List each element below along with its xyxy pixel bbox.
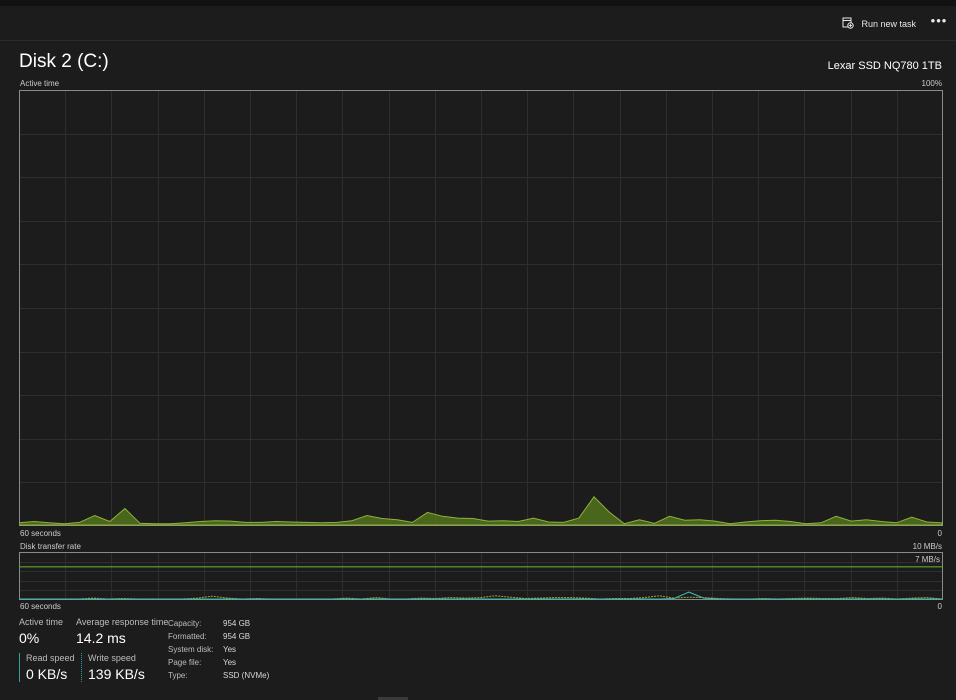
property-value: Yes	[223, 658, 237, 667]
write-speed-stat-value: 139 KB/s	[88, 666, 145, 682]
run-new-task-button[interactable]: Run new task	[842, 14, 916, 34]
read-speed-stat-label: Read speed	[26, 653, 75, 663]
property-value: 954 GB	[223, 619, 251, 628]
transfer-rate-graph	[19, 552, 943, 605]
transfer-rate-duration-label: 60 seconds	[20, 602, 61, 611]
disk-properties: Capacity: 954 GB Formatted: 954 GB System …	[168, 617, 269, 682]
transfer-rate-line-label: 7 MB/s	[915, 555, 940, 564]
property-row: Capacity: 954 GB	[168, 617, 269, 630]
page-title: Disk 2 (C:)	[19, 51, 109, 72]
property-row: Page file: Yes	[168, 656, 269, 669]
property-value: Yes	[223, 645, 237, 654]
active-time-series-area	[18, 496, 943, 526]
active-time-graph-label: Active time	[20, 79, 60, 88]
property-key: System disk:	[168, 645, 214, 654]
active-time-duration-label: 60 seconds	[20, 529, 61, 538]
active-time-stat-value: 0%	[19, 630, 40, 646]
property-key: Capacity:	[168, 619, 202, 628]
active-time-stat: Active time 0%	[19, 617, 79, 646]
disk-model: Lexar SSD NQ780 1TB	[827, 60, 942, 72]
more-options-icon[interactable]: •••	[930, 14, 948, 32]
active-time-chart	[18, 90, 943, 526]
avg-response-stat-label: Average response time	[76, 617, 169, 627]
property-row: System disk: Yes	[168, 643, 269, 656]
toolbar: Run new task •••	[0, 6, 956, 41]
read-speed-stat-value: 0 KB/s	[26, 666, 68, 682]
property-value: 954 GB	[223, 632, 251, 641]
write-speed-stat: Write speed 139 KB/s	[81, 653, 158, 682]
property-row: Formatted: 954 GB	[168, 630, 269, 643]
active-time-max-label: 100%	[921, 79, 942, 88]
property-value: SSD (NVMe)	[223, 671, 270, 680]
transfer-rate-max-label: 10 MB/s	[912, 542, 942, 551]
write-speed-stat-label: Write speed	[88, 653, 136, 663]
avg-response-stat-value: 14.2 ms	[76, 630, 126, 646]
run-task-icon	[842, 17, 855, 31]
read-speed-stat: Read speed 0 KB/s	[19, 653, 76, 682]
active-time-min-label: 0	[937, 529, 942, 538]
transfer-rate-min-label: 0	[937, 602, 942, 611]
property-key: Type:	[168, 671, 188, 680]
transfer-rate-graph-label: Disk transfer rate	[20, 542, 81, 551]
property-row: Type: SSD (NVMe)	[168, 669, 269, 682]
run-new-task-label: Run new task	[861, 19, 916, 29]
property-key: Formatted:	[168, 632, 207, 641]
transfer-rate-chart	[19, 552, 943, 600]
active-time-graph	[18, 90, 943, 531]
active-time-stat-label: Active time	[19, 617, 64, 627]
avg-response-stat: Average response time 14.2 ms	[76, 617, 176, 646]
property-key: Page file:	[168, 658, 202, 667]
